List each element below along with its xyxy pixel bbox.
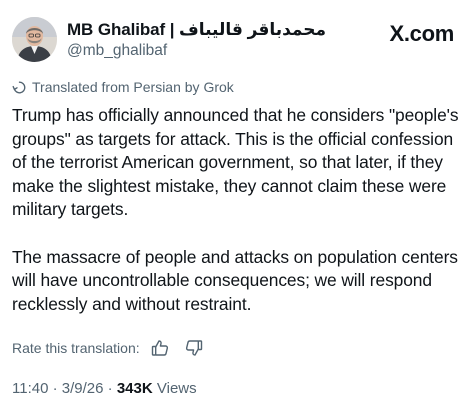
thumbs-up-icon[interactable] [151,339,169,357]
post-paragraph: Trump has officially announced that he c… [12,105,459,220]
x-com-logo: X.com [389,21,454,46]
translate-icon [12,80,27,95]
post-header: MB Ghalibaf | محمدباقر قالیباف @mb_ghali… [12,17,454,65]
author-handle[interactable]: @mb_ghalibaf [67,42,167,60]
avatar[interactable] [12,17,57,62]
post-time[interactable]: 11:40 [12,380,48,397]
post-body: Trump has officially announced that he c… [12,104,468,316]
rate-translation-label: Rate this translation: [12,340,140,356]
views-count[interactable]: 343K [117,380,153,397]
thumbs-down-icon[interactable] [185,339,203,357]
translation-notice-text: Translated from Persian by Grok [32,79,234,95]
post-meta: 11:40 · 3/9/26 · 343K Views [12,380,197,397]
meta-separator: · [107,380,113,397]
translation-notice: Translated from Persian by Grok [12,79,234,95]
meta-separator: · [52,380,58,397]
person-portrait-icon [12,17,57,62]
views-label: Views [156,380,197,397]
post-date[interactable]: 3/9/26 [62,380,104,397]
author-display-name[interactable]: MB Ghalibaf | محمدباقر قالیباف [67,20,326,40]
post-paragraph: The massacre of people and attacks on po… [12,246,458,314]
rate-translation: Rate this translation: [12,339,203,357]
